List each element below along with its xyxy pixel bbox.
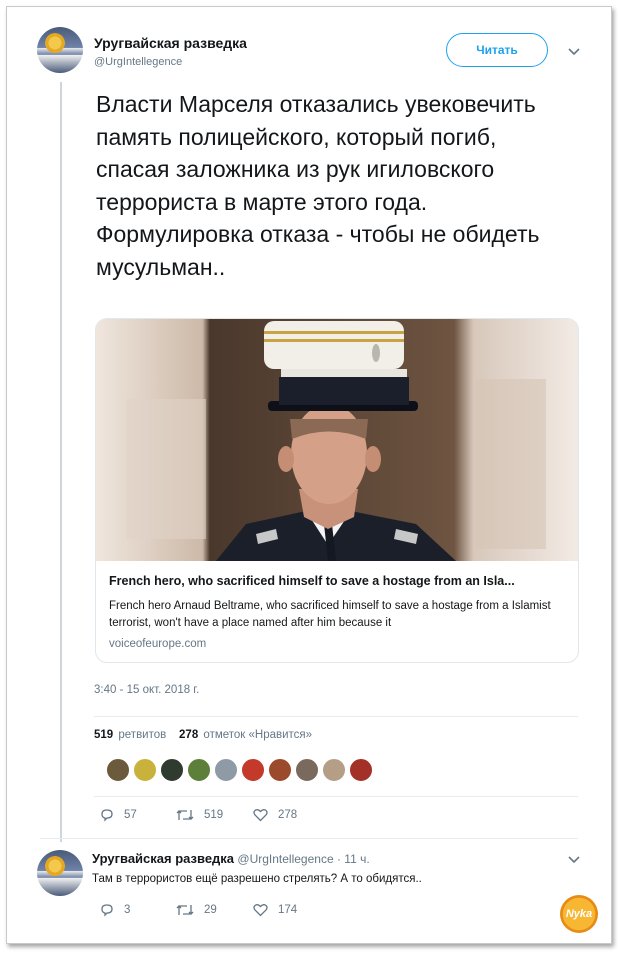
reply-handle-time[interactable]: @UrgIntellegence · 11 ч. xyxy=(237,852,369,866)
card-domain[interactable]: voiceofeurope.com xyxy=(109,638,206,650)
divider xyxy=(94,716,578,717)
avatar[interactable] xyxy=(268,758,292,782)
link-card[interactable]: French hero, who sacrificed himself to s… xyxy=(95,318,579,663)
avatar[interactable] xyxy=(349,758,373,782)
divider xyxy=(94,796,578,797)
avatar[interactable] xyxy=(187,758,211,782)
retweet-icon xyxy=(176,810,194,820)
follow-button[interactable]: Читать xyxy=(446,33,548,67)
thread-line xyxy=(60,82,62,842)
tweet-timestamp[interactable]: 3:40 - 15 окт. 2018 г. xyxy=(94,684,199,696)
heart-icon xyxy=(253,809,268,822)
reply-author-name[interactable]: Уругвайская разведка xyxy=(92,851,234,866)
chevron-down-icon[interactable] xyxy=(567,855,581,865)
avatar[interactable] xyxy=(214,758,238,782)
retweet-count: 29 xyxy=(204,904,217,916)
avatar[interactable] xyxy=(295,758,319,782)
officer-photo xyxy=(96,319,578,561)
reply-header: Уругвайская разведка @UrgIntellegence · … xyxy=(92,851,370,866)
reply-text: Там в террористов ещё разрешено стрелять… xyxy=(92,873,422,885)
reply-count: 57 xyxy=(124,809,137,821)
chevron-down-icon[interactable] xyxy=(567,47,581,57)
reply-count: 3 xyxy=(124,904,131,916)
heart-icon xyxy=(253,904,268,917)
card-title[interactable]: French hero, who sacrificed himself to s… xyxy=(109,574,515,588)
avatar[interactable] xyxy=(241,758,265,782)
liker-avatars xyxy=(106,758,376,782)
likes-label[interactable]: отметок «Нравится» xyxy=(203,729,312,741)
like-count: 278 xyxy=(278,809,298,821)
card-image xyxy=(96,319,578,561)
retweet-button[interactable]: 29 xyxy=(176,903,217,917)
avatar[interactable] xyxy=(106,758,130,782)
watermark-text: Nyka xyxy=(565,908,593,920)
tweet-text-paragraph: Формулировка отказа - чтобы не обидеть м… xyxy=(96,221,540,280)
retweets-label[interactable]: ретвитов xyxy=(118,729,166,741)
like-button[interactable]: 174 xyxy=(253,903,297,917)
divider xyxy=(40,838,578,839)
watermark-logo: Nyka xyxy=(560,895,598,933)
author-handle[interactable]: @UrgIntellegence xyxy=(94,56,182,68)
author-avatar[interactable] xyxy=(37,27,83,73)
avatar[interactable] xyxy=(160,758,184,782)
engagement-stats: 519 ретвитов 278 отметок «Нравится» xyxy=(94,729,312,741)
tweet-text-paragraph: Власти Марселя отказались увековечить па… xyxy=(96,91,536,215)
like-button[interactable]: 278 xyxy=(253,808,297,822)
likes-count[interactable]: 278 xyxy=(179,729,198,741)
tweet-text: Власти Марселя отказались увековечить па… xyxy=(96,88,566,283)
retweet-button[interactable]: 519 xyxy=(176,808,223,822)
reply-author-avatar[interactable] xyxy=(37,850,83,896)
card-description: French hero Arnaud Beltrame, who sacrifi… xyxy=(109,600,551,629)
reply-button[interactable]: 3 xyxy=(100,903,130,917)
like-count: 174 xyxy=(278,904,298,916)
retweets-count[interactable]: 519 xyxy=(94,729,113,741)
reply-icon xyxy=(101,904,113,917)
reply-icon xyxy=(101,809,113,822)
avatar[interactable] xyxy=(322,758,346,782)
retweet-icon xyxy=(176,905,194,915)
retweet-count: 519 xyxy=(204,809,224,821)
reply-button[interactable]: 57 xyxy=(100,808,137,822)
avatar[interactable] xyxy=(133,758,157,782)
author-name[interactable]: Уругвайская разведка xyxy=(94,35,247,51)
